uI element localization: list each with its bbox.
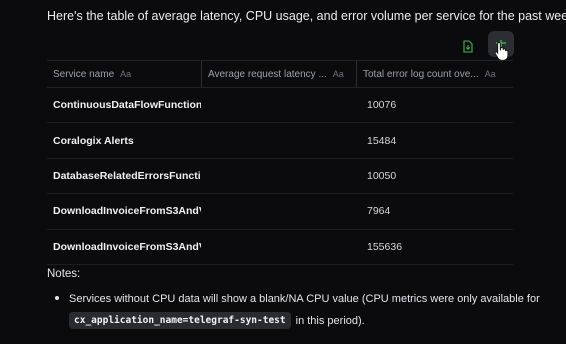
note-bullet-text: Services without CPU data will show a bl… (69, 293, 540, 305)
error-count-cell: 10076 (367, 99, 397, 112)
inline-code: cx_application_name=telegraf-syn-test (69, 312, 291, 329)
column-header-label: Service name (53, 68, 115, 80)
error-count-cell: 155636 (367, 240, 403, 253)
column-header-service-name[interactable]: Service name Aa (47, 61, 201, 87)
bullet-marker (55, 296, 59, 300)
service-name-cell: ContinuousDataFlowFunction-... (53, 99, 201, 112)
download-file-icon (463, 39, 473, 53)
text-type-icon: Aa (332, 69, 344, 79)
download-button[interactable] (456, 34, 480, 58)
table-row: DatabaseRelatedErrorsFunctio... 10050 (47, 159, 513, 195)
table-header: Service name Aa Average request latency … (47, 60, 513, 88)
note-bullet-tail: in this period). (295, 314, 365, 327)
table-row: DownloadInvoiceFromS3AndV... 7964 (47, 194, 513, 230)
service-name-cell: Coralogix Alerts (53, 134, 134, 147)
table-row: ContinuousDataFlowFunction-... 10076 (47, 88, 513, 124)
note-bullet-continuation: cx_application_name=telegraf-syn-test in… (69, 312, 365, 329)
error-count-cell: 10050 (367, 169, 397, 182)
column-header-label: Total error log count ove... (363, 68, 479, 80)
table-row: Coralogix Alerts 15484 (47, 123, 513, 159)
error-count-cell: 7964 (367, 205, 391, 218)
service-name-cell: DownloadInvoiceFromS3AndV... (53, 240, 201, 253)
column-header-label: Average request latency ... (208, 68, 327, 80)
intro-text: Here's the table of average latency, CPU… (47, 9, 566, 23)
text-type-icon: Aa (120, 69, 132, 79)
column-header-error-count[interactable]: Total error log count ove... Aa (356, 61, 513, 87)
service-name-cell: DatabaseRelatedErrorsFunctio... (53, 169, 201, 182)
column-header-average-latency[interactable]: Average request latency ... Aa (201, 61, 356, 87)
hand-pointer-icon (494, 42, 509, 61)
notes-heading: Notes: (47, 268, 81, 280)
table-row: DownloadInvoiceFromS3AndV... 155636 (47, 230, 513, 265)
service-table: Service name Aa Average request latency … (47, 60, 513, 265)
error-count-cell: 15484 (367, 134, 397, 147)
text-type-icon: Aa (484, 69, 496, 79)
service-name-cell: DownloadInvoiceFromS3AndV... (53, 205, 201, 218)
